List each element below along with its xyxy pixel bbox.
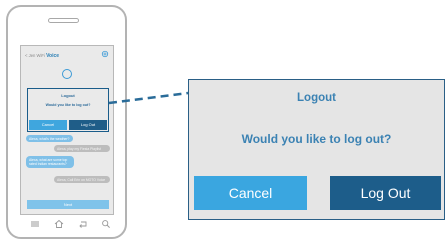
- logout-dialog: Logout Would you like to log out? Cancel…: [188, 79, 445, 220]
- dialog-message: Would you like to log out?: [241, 132, 392, 146]
- dialog-title: Logout: [297, 92, 336, 104]
- cancel-button[interactable]: Cancel: [194, 176, 307, 210]
- logout-button[interactable]: Log Out: [330, 176, 441, 210]
